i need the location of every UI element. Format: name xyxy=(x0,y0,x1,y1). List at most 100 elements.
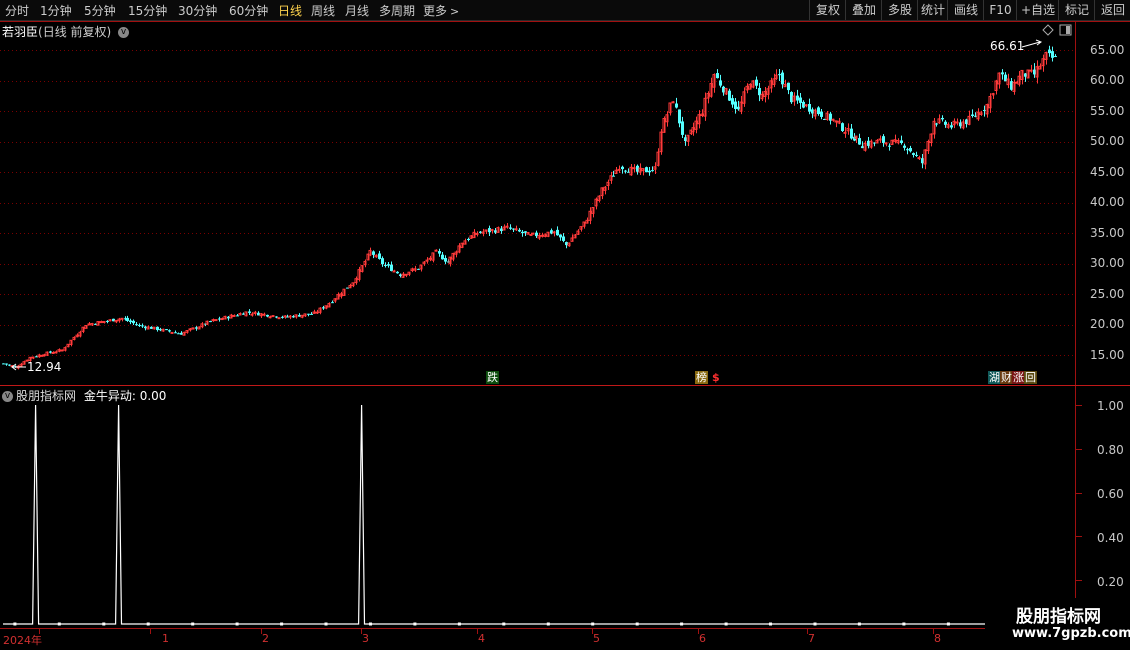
candle-body xyxy=(799,97,802,103)
candle-body xyxy=(562,236,565,241)
stock-name: 若羽臣 xyxy=(2,25,39,39)
candle-body xyxy=(174,332,177,334)
candle-body xyxy=(170,331,174,334)
candle-body xyxy=(878,138,882,141)
candle-body xyxy=(941,117,944,120)
candle-body xyxy=(5,363,8,365)
watermark-url: www.7gpzb.com xyxy=(1012,626,1130,641)
chevron-down-icon[interactable]: v xyxy=(2,391,13,402)
candle-body xyxy=(102,321,106,324)
candle-body xyxy=(755,79,758,86)
candle-body xyxy=(917,157,921,160)
candle-body xyxy=(51,352,55,355)
high-price-label: 66.61 xyxy=(990,39,1025,53)
candle-body xyxy=(804,104,808,107)
candle-body xyxy=(617,168,621,171)
candle-body xyxy=(490,229,494,232)
candle-body xyxy=(841,123,844,132)
candle-body xyxy=(232,314,236,317)
candle-body xyxy=(1048,49,1051,54)
y-tick-label: 60.00 xyxy=(1090,73,1125,87)
x-axis-label: 8 xyxy=(934,632,941,645)
chart-canvas xyxy=(0,21,1130,634)
candle-body xyxy=(509,227,512,229)
candle-body xyxy=(87,323,91,326)
candle-body xyxy=(955,121,959,124)
candle-body xyxy=(331,302,334,304)
candle-body xyxy=(31,356,35,359)
candle-body xyxy=(381,258,384,265)
indicator-point xyxy=(769,622,772,626)
candlestick-series xyxy=(2,45,1057,370)
y-tick-label: 30.00 xyxy=(1090,256,1125,270)
candle-body xyxy=(531,232,535,235)
candle-body xyxy=(882,136,885,143)
candle-body xyxy=(621,166,624,170)
x-axis-label: 6 xyxy=(699,632,706,645)
candle-body xyxy=(843,131,847,134)
candle-body xyxy=(2,363,5,365)
candle-body xyxy=(648,170,651,173)
candle-body xyxy=(168,330,171,332)
candle-body xyxy=(1029,69,1033,72)
candle-body xyxy=(390,264,393,272)
candle-body xyxy=(912,153,915,155)
candle-body xyxy=(559,234,562,238)
indicator-point xyxy=(102,622,106,626)
candle-body xyxy=(378,253,381,259)
chevron-down-icon[interactable]: v xyxy=(118,27,130,38)
indicator-point xyxy=(413,622,417,626)
indicator-point xyxy=(946,622,950,626)
candle-body xyxy=(781,72,784,85)
x-axis-label: 2024年 xyxy=(3,634,42,647)
y-tick-label: 25.00 xyxy=(1090,287,1125,301)
indicator-point xyxy=(680,622,684,626)
candle-body xyxy=(831,118,835,121)
candle-body xyxy=(632,167,636,170)
x-axis-label: 4 xyxy=(478,632,485,645)
indicator-grid xyxy=(1075,405,1082,581)
candle-body xyxy=(315,311,319,314)
indicator-name: 股朋指标网 xyxy=(16,389,77,403)
indicator-point xyxy=(324,622,328,626)
candle-body xyxy=(188,328,192,331)
marker-fall[interactable]: 跌 xyxy=(486,371,499,384)
main-chart-title: 若羽臣(日线 前复权) v xyxy=(2,23,130,40)
indicator-y-tick: 1.00 xyxy=(1097,399,1124,413)
candle-body xyxy=(132,320,135,324)
candle-body xyxy=(434,249,438,252)
candle-body xyxy=(909,148,912,152)
diamond-icon[interactable] xyxy=(1042,24,1054,36)
y-tick-label: 35.00 xyxy=(1090,226,1125,240)
high-arrow-icon xyxy=(1021,39,1043,48)
candle-body xyxy=(126,317,129,321)
candle-body xyxy=(556,229,559,236)
candle-body xyxy=(209,321,212,323)
indicator-point xyxy=(635,622,639,626)
candle-body xyxy=(521,231,524,234)
candle-body xyxy=(817,107,820,115)
candle-body xyxy=(214,319,218,322)
marker-back[interactable]: 回 xyxy=(1024,371,1037,384)
x-axis-label: 3 xyxy=(362,632,369,645)
candle-body xyxy=(120,317,124,320)
candle-body xyxy=(1054,56,1057,58)
candle-body xyxy=(915,154,918,156)
indicator-point xyxy=(57,622,61,626)
candle-body xyxy=(518,229,521,232)
candle-body xyxy=(645,167,648,173)
candle-body xyxy=(271,315,275,318)
x-axis-label: 2 xyxy=(262,632,269,645)
low-price-label: 12.94 xyxy=(27,360,62,374)
candle-body xyxy=(248,311,251,313)
indicator-point xyxy=(280,622,284,626)
candle-body xyxy=(505,225,509,228)
candle-body xyxy=(950,125,953,128)
candle-body xyxy=(858,138,861,145)
indicator-point xyxy=(369,622,372,626)
marker-list[interactable]: 榜 xyxy=(695,371,708,384)
candle-body xyxy=(438,251,441,254)
candle-body xyxy=(1001,72,1004,75)
candle-body xyxy=(42,354,46,357)
marker-dollar[interactable]: $ xyxy=(711,371,721,384)
